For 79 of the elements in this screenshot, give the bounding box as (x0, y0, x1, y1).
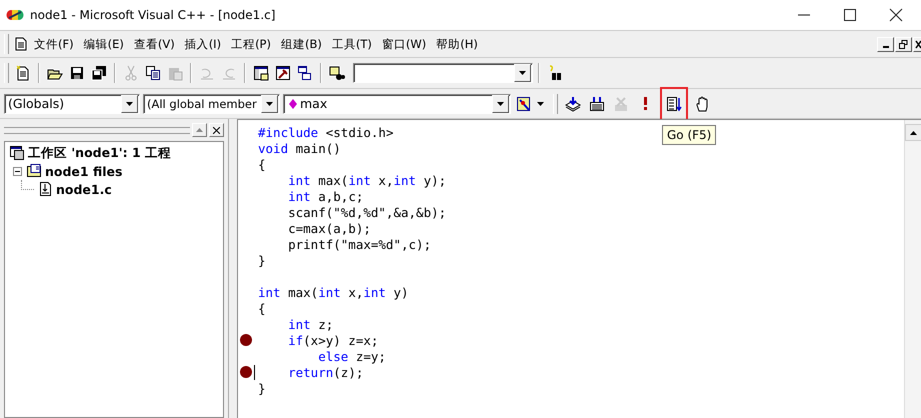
code-line: scanf("%d,%d",&a,&b); (287, 204, 446, 220)
find-combo-box[interactable] (353, 63, 533, 83)
menu-item[interactable]: 工程(P) (228, 36, 274, 52)
code-line: c=max(a,b); (287, 220, 371, 236)
window-icon (275, 65, 291, 81)
code-line: int max(int x,int y) (258, 284, 409, 300)
document-icon (15, 37, 27, 51)
menu-item[interactable]: 工具(T) (328, 36, 375, 52)
menu-item[interactable]: 编辑(E) (80, 36, 127, 52)
floppy-disks-icon (91, 65, 107, 81)
code-line: } (258, 380, 266, 396)
tree-label[interactable]: node1 files (45, 164, 122, 178)
tree-label[interactable]: node1.c (56, 182, 112, 196)
windows-icon (297, 65, 313, 81)
code-line: if(x>y) z=x; (287, 332, 378, 348)
close-icon[interactable] (889, 8, 903, 22)
up-arrow-icon (196, 128, 203, 132)
restore-button[interactable] (895, 36, 912, 52)
code-line: int z; (287, 316, 334, 332)
code-line: int max(int x,int y); (287, 172, 446, 188)
code-line: return(z); (287, 364, 364, 380)
tooltip: Go (F5) (662, 125, 716, 145)
exclamation-icon (644, 97, 646, 110)
app-logo-icon (6, 9, 24, 21)
breakpoint-icon[interactable] (240, 334, 252, 346)
clipboard-icon (167, 65, 183, 81)
caret-icon (126, 102, 133, 106)
code-line: printf("max=%d",c); (287, 236, 432, 252)
new-document-icon (15, 65, 31, 81)
maximize-icon[interactable] (843, 8, 857, 22)
tree-label: 工作区 'node1': 1 工程 (28, 144, 172, 162)
source-file-icon (37, 181, 53, 197)
copy-icon (145, 65, 161, 81)
function-icon (289, 98, 297, 108)
go-button[interactable] (662, 88, 686, 118)
workspace-icon (9, 145, 25, 161)
folder-icon (26, 163, 42, 179)
menu-item[interactable]: 插入(I) (182, 36, 224, 52)
menu-item[interactable]: 文件(F) (31, 36, 77, 52)
breakpoint-icon[interactable] (240, 366, 252, 378)
close-button[interactable] (913, 36, 921, 52)
code-line: else z=y; (317, 348, 386, 364)
close-button[interactable] (209, 123, 224, 137)
caret-icon (266, 102, 273, 106)
member-combo-box[interactable]: max (283, 94, 511, 114)
build-icon (589, 96, 605, 112)
window-icon (253, 65, 269, 81)
class-combo-box[interactable]: (Globals) (4, 94, 140, 114)
scroll-up-button[interactable] (192, 123, 207, 137)
vertical-scrollbar[interactable] (904, 120, 921, 418)
code-line: { (258, 300, 266, 316)
find-in-files-icon (329, 65, 345, 81)
collapse-icon[interactable] (13, 166, 22, 176)
close-icon (213, 126, 220, 134)
wizard-icon (516, 96, 532, 112)
tree-item[interactable]: 工作区 'node1': 1 工程 (9, 144, 219, 162)
menu-item[interactable]: 组建(B) (278, 36, 325, 52)
scissors-icon (123, 65, 139, 81)
caret-icon (519, 71, 526, 75)
filter-combo-box[interactable]: (All global member (143, 94, 280, 114)
menu-item[interactable]: 帮助(H) (433, 36, 481, 52)
caret-icon[interactable] (537, 102, 544, 106)
caret-icon (497, 102, 504, 106)
menu-item[interactable]: 查看(V) (130, 36, 178, 52)
compile-icon (565, 96, 581, 112)
window-title: node1 - Microsoft Visual C++ - [node1.c] (30, 8, 276, 22)
close-icon (914, 40, 920, 48)
minimize-button[interactable] (877, 36, 894, 52)
stop-icon (613, 96, 629, 112)
binoculars-icon (547, 65, 563, 81)
up-arrow-icon (910, 130, 917, 134)
restore-icon (899, 40, 908, 48)
code-line: void main() (258, 140, 341, 156)
code-line: } (258, 252, 266, 268)
code-line: #include <stdio.h> (258, 124, 394, 140)
menu-item[interactable]: 窗口(W) (378, 36, 430, 52)
go-icon (666, 96, 682, 112)
code-line: int a,b,c; (287, 188, 364, 204)
code-line: { (258, 156, 266, 172)
